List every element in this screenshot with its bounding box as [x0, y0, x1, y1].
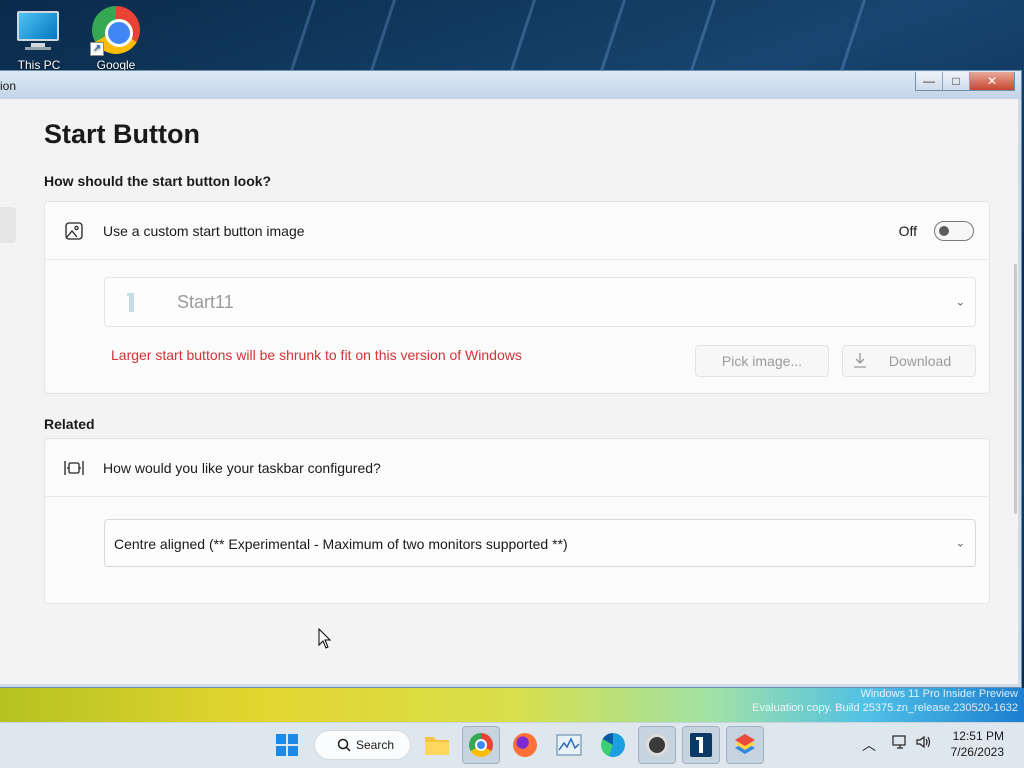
- settings-window: ion — □ ✕ Start Button How should the st…: [0, 70, 1022, 688]
- chevron-down-icon: ⌄: [955, 296, 965, 309]
- maximize-button[interactable]: □: [943, 72, 970, 90]
- bluestacks-icon: [735, 734, 755, 754]
- start11-logo-icon: [127, 293, 134, 312]
- settings-content: Start Button How should the start button…: [0, 99, 1018, 684]
- edge-icon: [601, 733, 625, 757]
- start-button-card: Use a custom start button image Off Star…: [44, 201, 990, 394]
- show-hidden-icons-chevron-icon[interactable]: ︿: [862, 735, 876, 755]
- nav-selection-indicator[interactable]: [0, 207, 16, 243]
- taskbar-alignment-icon: [64, 458, 84, 478]
- window-controls: — □ ✕: [915, 72, 1015, 91]
- custom-image-row: Use a custom start button image Off: [45, 202, 989, 260]
- custom-image-toggle[interactable]: [934, 220, 974, 241]
- chrome-shortcut-icon: ↗: [90, 6, 140, 56]
- section-heading-related: Related: [44, 416, 95, 432]
- start-button-style-dropdown[interactable]: Start11 ⌄: [104, 277, 976, 327]
- firefox-icon: [513, 733, 537, 757]
- download-icon: [853, 352, 867, 371]
- taskbar-question: How would you like your taskbar configur…: [103, 459, 381, 476]
- windows-start-icon: [276, 734, 298, 756]
- taskbar-file-explorer[interactable]: [418, 726, 456, 764]
- taskbar-firefox[interactable]: [506, 726, 544, 764]
- download-label: Download: [888, 353, 952, 369]
- taskbar-start11[interactable]: [682, 726, 720, 764]
- selected-button-value: Start11: [177, 292, 234, 312]
- taskbar-bluestacks[interactable]: [726, 726, 764, 764]
- taskbar-search[interactable]: Search: [314, 730, 411, 760]
- scrollbar-thumb[interactable]: [1014, 264, 1017, 514]
- obs-icon: [646, 734, 668, 756]
- network-icon[interactable]: [892, 735, 908, 752]
- close-button[interactable]: ✕: [970, 72, 1014, 90]
- chevron-down-icon: ⌄: [955, 537, 965, 550]
- window-titlebar[interactable]: ion — □ ✕: [0, 71, 1021, 99]
- taskbar: Search ︿ 12:51 PM 7/26/2023: [0, 722, 1024, 768]
- toggle-knob: [939, 225, 949, 236]
- taskbar-obs[interactable]: [638, 726, 676, 764]
- chrome-icon: [469, 733, 493, 757]
- taskbar-performance-monitor[interactable]: [550, 726, 588, 764]
- minimize-button[interactable]: —: [916, 72, 943, 90]
- picture-icon: [64, 221, 84, 241]
- window-title: ion: [0, 79, 17, 93]
- size-warning-text: Larger start buttons will be shrunk to f…: [111, 347, 522, 363]
- system-clock[interactable]: 12:51 PM 7/26/2023: [951, 728, 1004, 760]
- taskbar-alignment-dropdown[interactable]: Centre aligned (** Experimental - Maximu…: [104, 519, 976, 567]
- clock-date: 7/26/2023: [950, 745, 1004, 759]
- windows-start-button[interactable]: [268, 726, 306, 764]
- volume-icon[interactable]: [916, 735, 932, 752]
- toggle-state-label: Off: [898, 222, 917, 239]
- file-explorer-icon: [425, 737, 449, 755]
- watermark-line-1: Windows 11 Pro Insider Preview: [860, 688, 1018, 700]
- shortcut-arrow-icon: ↗: [90, 42, 104, 56]
- taskbar-edge[interactable]: [594, 726, 632, 764]
- this-pc-icon: [15, 6, 63, 54]
- taskbar-chrome[interactable]: [462, 726, 500, 764]
- search-icon: [337, 738, 351, 752]
- desktop-wallpaper-band: Windows 11 Pro Insider Preview Evaluatio…: [0, 688, 1024, 722]
- desktop-wallpaper: [0, 0, 1024, 70]
- taskbar-config-card: How would you like your taskbar configur…: [44, 438, 990, 604]
- download-button[interactable]: Download: [842, 345, 976, 377]
- pick-image-button[interactable]: Pick image...: [695, 345, 829, 377]
- search-label: Search: [356, 738, 395, 752]
- section-heading-look: How should the start button look?: [44, 173, 272, 189]
- clock-time: 12:51 PM: [952, 729, 1004, 743]
- page-title: Start Button: [44, 119, 200, 149]
- performance-monitor-icon: [556, 734, 582, 756]
- start11-icon: [690, 733, 712, 757]
- scrollbar[interactable]: [1012, 99, 1018, 684]
- taskbar-alignment-value: Centre aligned (** Experimental - Maximu…: [114, 536, 568, 552]
- custom-image-label: Use a custom start button image: [103, 222, 305, 239]
- desktop-icon-this-pc[interactable]: This PC: [4, 6, 74, 72]
- watermark-line-2: Evaluation copy. Build 25375.zn_release.…: [752, 702, 1018, 714]
- mouse-cursor-icon: [318, 628, 332, 649]
- taskbar-question-row: How would you like your taskbar configur…: [45, 439, 989, 497]
- desktop-icon-google-chrome[interactable]: ↗ Google: [81, 6, 151, 72]
